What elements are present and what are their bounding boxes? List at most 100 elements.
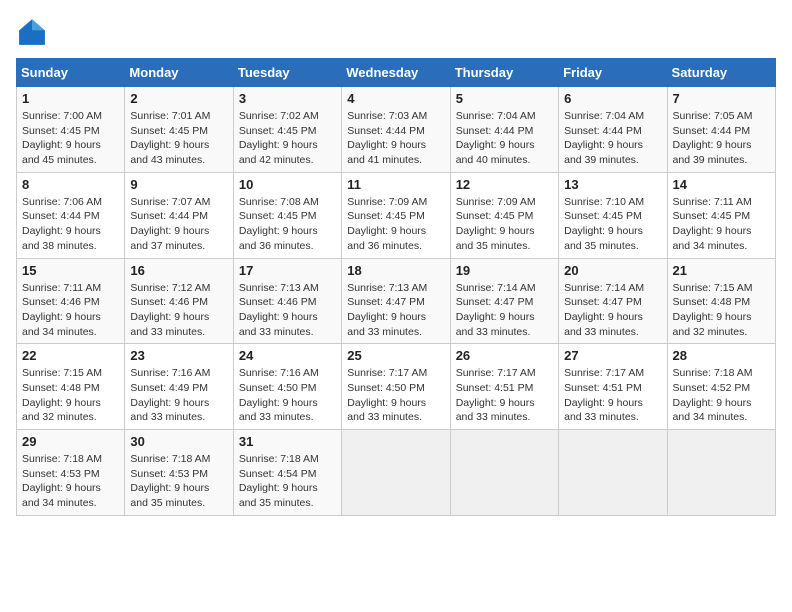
day-detail: Sunrise: 7:06 AMSunset: 4:44 PMDaylight:…	[22, 196, 102, 252]
day-header-monday: Monday	[125, 59, 233, 87]
day-cell-7: 7 Sunrise: 7:05 AMSunset: 4:44 PMDayligh…	[667, 87, 775, 173]
day-number: 25	[347, 348, 444, 363]
day-header-sunday: Sunday	[17, 59, 125, 87]
day-detail: Sunrise: 7:09 AMSunset: 4:45 PMDaylight:…	[347, 196, 427, 252]
day-number: 3	[239, 91, 336, 106]
day-detail: Sunrise: 7:16 AMSunset: 4:50 PMDaylight:…	[239, 367, 319, 423]
day-number: 27	[564, 348, 661, 363]
day-detail: Sunrise: 7:04 AMSunset: 4:44 PMDaylight:…	[564, 110, 644, 166]
logo	[16, 16, 52, 48]
calendar-header-row: SundayMondayTuesdayWednesdayThursdayFrid…	[17, 59, 776, 87]
day-number: 30	[130, 434, 227, 449]
day-cell-8: 8 Sunrise: 7:06 AMSunset: 4:44 PMDayligh…	[17, 172, 125, 258]
day-number: 10	[239, 177, 336, 192]
day-cell-11: 11 Sunrise: 7:09 AMSunset: 4:45 PMDaylig…	[342, 172, 450, 258]
day-header-friday: Friday	[559, 59, 667, 87]
empty-cell	[559, 430, 667, 516]
day-number: 12	[456, 177, 553, 192]
day-detail: Sunrise: 7:17 AMSunset: 4:51 PMDaylight:…	[456, 367, 536, 423]
empty-cell	[450, 430, 558, 516]
day-cell-5: 5 Sunrise: 7:04 AMSunset: 4:44 PMDayligh…	[450, 87, 558, 173]
calendar-body: 1 Sunrise: 7:00 AMSunset: 4:45 PMDayligh…	[17, 87, 776, 516]
day-cell-24: 24 Sunrise: 7:16 AMSunset: 4:50 PMDaylig…	[233, 344, 341, 430]
week-row-5: 29 Sunrise: 7:18 AMSunset: 4:53 PMDaylig…	[17, 430, 776, 516]
day-cell-14: 14 Sunrise: 7:11 AMSunset: 4:45 PMDaylig…	[667, 172, 775, 258]
day-header-saturday: Saturday	[667, 59, 775, 87]
day-detail: Sunrise: 7:10 AMSunset: 4:45 PMDaylight:…	[564, 196, 644, 252]
empty-cell	[342, 430, 450, 516]
day-detail: Sunrise: 7:14 AMSunset: 4:47 PMDaylight:…	[456, 282, 536, 338]
day-cell-26: 26 Sunrise: 7:17 AMSunset: 4:51 PMDaylig…	[450, 344, 558, 430]
day-detail: Sunrise: 7:18 AMSunset: 4:53 PMDaylight:…	[130, 453, 210, 509]
day-cell-28: 28 Sunrise: 7:18 AMSunset: 4:52 PMDaylig…	[667, 344, 775, 430]
day-cell-20: 20 Sunrise: 7:14 AMSunset: 4:47 PMDaylig…	[559, 258, 667, 344]
day-number: 22	[22, 348, 119, 363]
day-number: 5	[456, 91, 553, 106]
day-header-wednesday: Wednesday	[342, 59, 450, 87]
week-row-3: 15 Sunrise: 7:11 AMSunset: 4:46 PMDaylig…	[17, 258, 776, 344]
day-detail: Sunrise: 7:12 AMSunset: 4:46 PMDaylight:…	[130, 282, 210, 338]
day-detail: Sunrise: 7:18 AMSunset: 4:52 PMDaylight:…	[673, 367, 753, 423]
day-detail: Sunrise: 7:13 AMSunset: 4:46 PMDaylight:…	[239, 282, 319, 338]
day-cell-17: 17 Sunrise: 7:13 AMSunset: 4:46 PMDaylig…	[233, 258, 341, 344]
day-detail: Sunrise: 7:02 AMSunset: 4:45 PMDaylight:…	[239, 110, 319, 166]
day-cell-1: 1 Sunrise: 7:00 AMSunset: 4:45 PMDayligh…	[17, 87, 125, 173]
day-number: 28	[673, 348, 770, 363]
week-row-2: 8 Sunrise: 7:06 AMSunset: 4:44 PMDayligh…	[17, 172, 776, 258]
day-detail: Sunrise: 7:17 AMSunset: 4:51 PMDaylight:…	[564, 367, 644, 423]
day-number: 4	[347, 91, 444, 106]
week-row-1: 1 Sunrise: 7:00 AMSunset: 4:45 PMDayligh…	[17, 87, 776, 173]
day-cell-18: 18 Sunrise: 7:13 AMSunset: 4:47 PMDaylig…	[342, 258, 450, 344]
day-cell-31: 31 Sunrise: 7:18 AMSunset: 4:54 PMDaylig…	[233, 430, 341, 516]
day-header-thursday: Thursday	[450, 59, 558, 87]
day-detail: Sunrise: 7:13 AMSunset: 4:47 PMDaylight:…	[347, 282, 427, 338]
day-detail: Sunrise: 7:08 AMSunset: 4:45 PMDaylight:…	[239, 196, 319, 252]
day-cell-15: 15 Sunrise: 7:11 AMSunset: 4:46 PMDaylig…	[17, 258, 125, 344]
day-detail: Sunrise: 7:00 AMSunset: 4:45 PMDaylight:…	[22, 110, 102, 166]
day-number: 26	[456, 348, 553, 363]
day-cell-9: 9 Sunrise: 7:07 AMSunset: 4:44 PMDayligh…	[125, 172, 233, 258]
day-number: 19	[456, 263, 553, 278]
day-number: 31	[239, 434, 336, 449]
page-header	[16, 16, 776, 48]
day-cell-13: 13 Sunrise: 7:10 AMSunset: 4:45 PMDaylig…	[559, 172, 667, 258]
calendar-table: SundayMondayTuesdayWednesdayThursdayFrid…	[16, 58, 776, 516]
day-cell-30: 30 Sunrise: 7:18 AMSunset: 4:53 PMDaylig…	[125, 430, 233, 516]
day-cell-12: 12 Sunrise: 7:09 AMSunset: 4:45 PMDaylig…	[450, 172, 558, 258]
day-number: 8	[22, 177, 119, 192]
day-cell-27: 27 Sunrise: 7:17 AMSunset: 4:51 PMDaylig…	[559, 344, 667, 430]
day-cell-25: 25 Sunrise: 7:17 AMSunset: 4:50 PMDaylig…	[342, 344, 450, 430]
day-detail: Sunrise: 7:11 AMSunset: 4:45 PMDaylight:…	[673, 196, 752, 252]
day-number: 6	[564, 91, 661, 106]
day-detail: Sunrise: 7:04 AMSunset: 4:44 PMDaylight:…	[456, 110, 536, 166]
day-cell-16: 16 Sunrise: 7:12 AMSunset: 4:46 PMDaylig…	[125, 258, 233, 344]
day-number: 9	[130, 177, 227, 192]
day-number: 24	[239, 348, 336, 363]
day-number: 1	[22, 91, 119, 106]
day-cell-2: 2 Sunrise: 7:01 AMSunset: 4:45 PMDayligh…	[125, 87, 233, 173]
day-cell-3: 3 Sunrise: 7:02 AMSunset: 4:45 PMDayligh…	[233, 87, 341, 173]
day-cell-6: 6 Sunrise: 7:04 AMSunset: 4:44 PMDayligh…	[559, 87, 667, 173]
day-detail: Sunrise: 7:07 AMSunset: 4:44 PMDaylight:…	[130, 196, 210, 252]
day-cell-4: 4 Sunrise: 7:03 AMSunset: 4:44 PMDayligh…	[342, 87, 450, 173]
day-number: 21	[673, 263, 770, 278]
day-detail: Sunrise: 7:16 AMSunset: 4:49 PMDaylight:…	[130, 367, 210, 423]
day-number: 23	[130, 348, 227, 363]
day-detail: Sunrise: 7:15 AMSunset: 4:48 PMDaylight:…	[22, 367, 102, 423]
day-detail: Sunrise: 7:18 AMSunset: 4:53 PMDaylight:…	[22, 453, 102, 509]
day-detail: Sunrise: 7:09 AMSunset: 4:45 PMDaylight:…	[456, 196, 536, 252]
day-number: 14	[673, 177, 770, 192]
day-cell-10: 10 Sunrise: 7:08 AMSunset: 4:45 PMDaylig…	[233, 172, 341, 258]
day-detail: Sunrise: 7:01 AMSunset: 4:45 PMDaylight:…	[130, 110, 210, 166]
empty-cell	[667, 430, 775, 516]
day-number: 7	[673, 91, 770, 106]
day-number: 13	[564, 177, 661, 192]
day-header-tuesday: Tuesday	[233, 59, 341, 87]
day-number: 11	[347, 177, 444, 192]
day-cell-19: 19 Sunrise: 7:14 AMSunset: 4:47 PMDaylig…	[450, 258, 558, 344]
day-cell-22: 22 Sunrise: 7:15 AMSunset: 4:48 PMDaylig…	[17, 344, 125, 430]
day-cell-23: 23 Sunrise: 7:16 AMSunset: 4:49 PMDaylig…	[125, 344, 233, 430]
logo-icon	[16, 16, 48, 48]
day-number: 16	[130, 263, 227, 278]
day-detail: Sunrise: 7:05 AMSunset: 4:44 PMDaylight:…	[673, 110, 753, 166]
